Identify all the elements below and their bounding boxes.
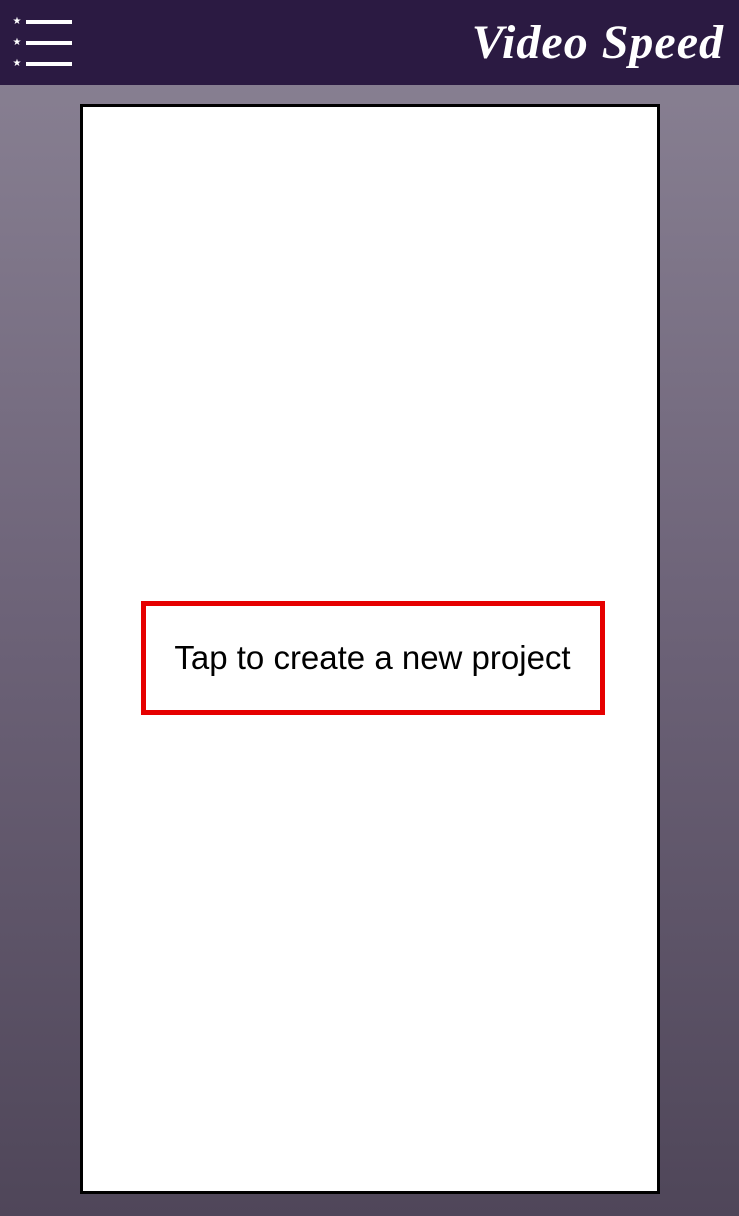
menu-bar: [26, 62, 72, 66]
project-canvas[interactable]: Tap to create a new project: [80, 104, 660, 1194]
star-decoration: ★: [12, 38, 22, 48]
menu-line-3: ★: [12, 59, 72, 69]
app-title: Video Speed: [472, 15, 724, 70]
create-project-label: Tap to create a new project: [174, 639, 570, 677]
menu-icon[interactable]: ★ ★ ★: [12, 18, 72, 68]
menu-bar: [26, 20, 72, 24]
menu-line-2: ★: [12, 38, 72, 48]
menu-line-1: ★: [12, 17, 72, 27]
menu-bar: [26, 41, 72, 45]
star-decoration: ★: [12, 17, 22, 27]
content-area: Tap to create a new project: [0, 85, 739, 1216]
star-decoration: ★: [12, 59, 22, 69]
create-project-button[interactable]: Tap to create a new project: [141, 601, 605, 715]
app-header: ★ ★ ★ Video Speed: [0, 0, 739, 85]
